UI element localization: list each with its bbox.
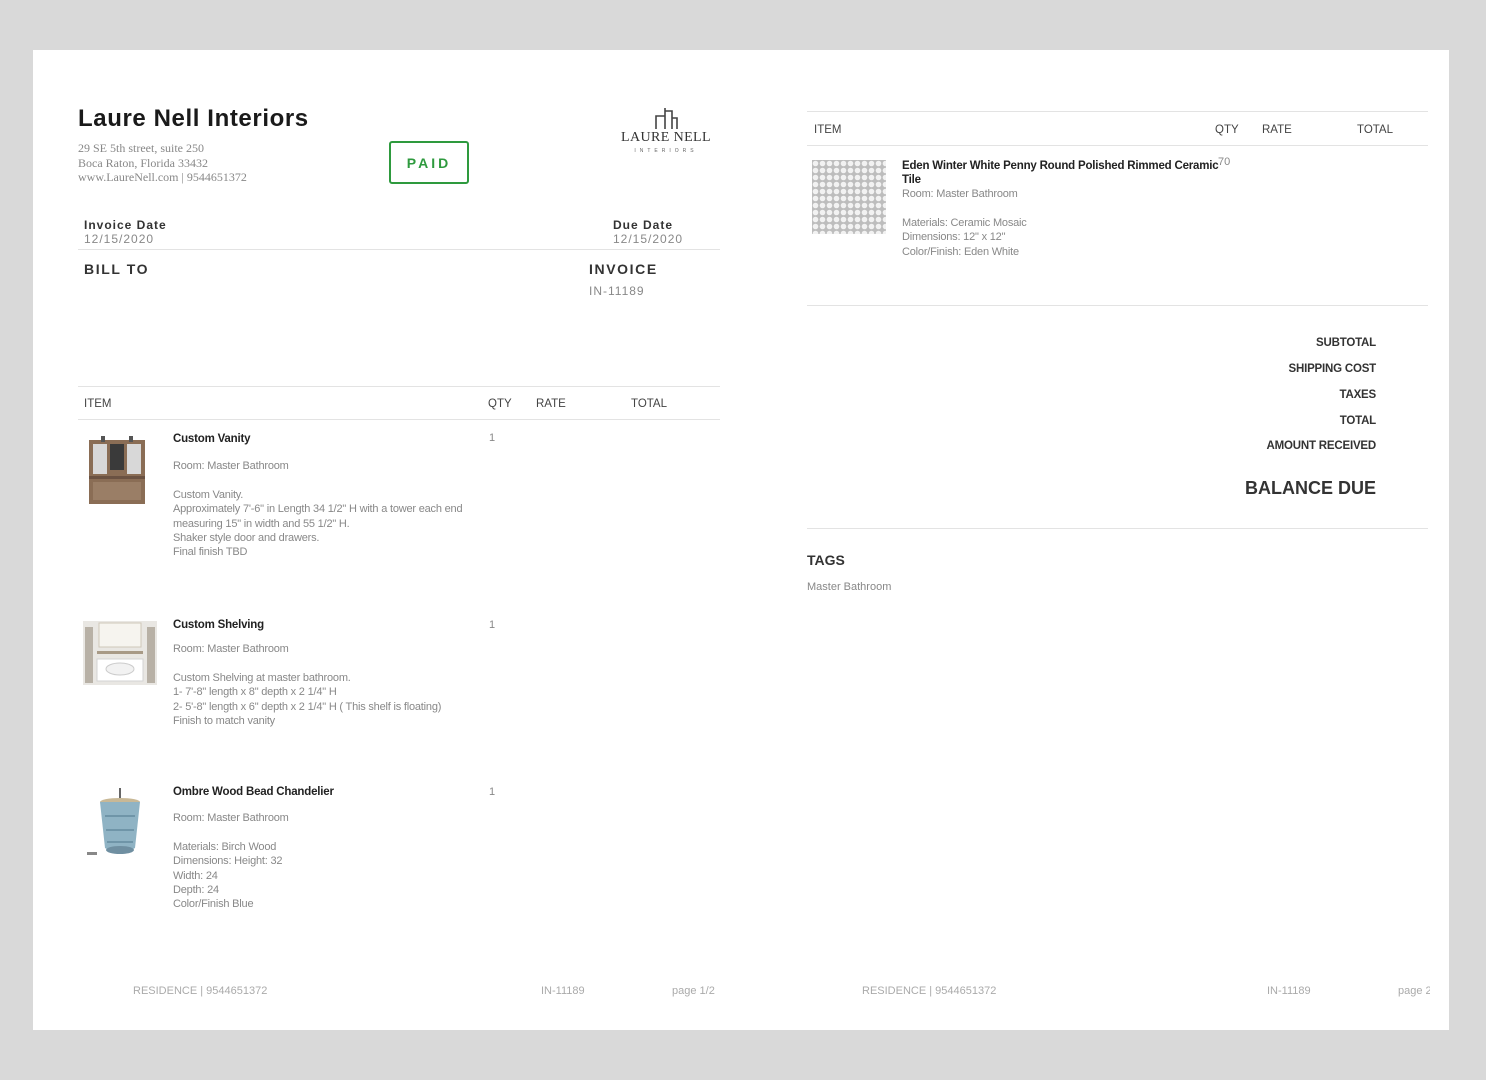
tags-label: TAGS — [807, 552, 845, 568]
vanity-thumbnail — [87, 434, 147, 506]
shelving-thumbnail — [83, 621, 157, 685]
table-header-divider — [78, 419, 720, 420]
item-room: Room: Master Bathroom — [902, 188, 1018, 200]
paid-status-badge: PAID — [389, 141, 469, 184]
invoice-date-value: 12/15/2020 — [84, 232, 155, 246]
table-top-divider — [807, 111, 1428, 112]
item-details: Materials: Birch Wood Dimensions: Height… — [173, 841, 283, 911]
col-header-rate: RATE — [1262, 124, 1292, 136]
company-address: 29 SE 5th street, suite 250 Boca Raton, … — [78, 141, 247, 185]
item-name: Ombre Wood Bead Chandelier — [173, 786, 334, 798]
item-details: Custom Vanity. Approximately 7'-6" in Le… — [173, 489, 463, 559]
due-date-label: Due Date — [613, 218, 674, 232]
company-logo: LAURE NELL INTERIORS — [611, 106, 721, 172]
col-header-total: TOTAL — [1357, 124, 1393, 136]
chandelier-thumbnail — [83, 786, 157, 862]
item-name: Custom Vanity — [173, 433, 251, 445]
item-room: Room: Master Bathroom — [173, 460, 289, 472]
col-header-qty: QTY — [488, 398, 512, 410]
amount-received-label: AMOUNT RECEIVED — [1266, 440, 1377, 452]
item-details: Custom Shelving at master bathroom. 1- 7… — [173, 672, 442, 727]
footer-page-number: page 1/2 — [672, 985, 715, 997]
col-header-qty: QTY — [1215, 124, 1239, 136]
item-name: Custom Shelving — [173, 619, 264, 631]
tile-thumbnail — [812, 160, 886, 234]
logo-subtitle: INTERIORS — [634, 148, 698, 154]
col-header-rate: RATE — [536, 398, 566, 410]
invoice-label: INVOICE — [589, 261, 658, 277]
divider — [78, 249, 720, 250]
tag-value: Master Bathroom — [807, 581, 892, 593]
company-contact: www.LaureNell.com | 9544651372 — [78, 170, 247, 184]
address-line-2: Boca Raton, Florida 33432 — [78, 155, 208, 170]
item-qty: 70 — [1218, 156, 1231, 168]
address-line-1: 29 SE 5th street, suite 250 — [78, 141, 204, 155]
shipping-cost-label: SHIPPING COST — [1288, 363, 1377, 375]
logo-mark-icon — [655, 108, 678, 129]
col-header-item: ITEM — [814, 124, 842, 136]
invoice-sheet: Laure Nell Interiors 29 SE 5th street, s… — [33, 50, 1449, 1030]
taxes-label: TAXES — [1339, 389, 1377, 401]
item-name: Eden Winter White Penny Round Polished R… — [902, 160, 1219, 186]
item-room: Room: Master Bathroom — [173, 812, 289, 824]
logo-name: LAURE NELL — [621, 130, 711, 145]
item-details: Materials: Ceramic Mosaic Dimensions: 12… — [902, 217, 1027, 258]
table-header-divider — [807, 145, 1428, 146]
items-end-divider — [807, 305, 1428, 306]
bill-to-label: BILL TO — [84, 261, 150, 277]
item-room: Room: Master Bathroom — [173, 643, 289, 655]
company-name: Laure Nell Interiors — [78, 105, 309, 132]
balance-due-label: BALANCE DUE — [1244, 478, 1376, 498]
subtotal-label: SUBTOTAL — [1316, 337, 1376, 349]
table-top-divider — [78, 386, 720, 387]
footer-page-number: page 2 — [1398, 985, 1430, 997]
total-label: TOTAL — [1339, 415, 1376, 427]
footer-residence: RESIDENCE | 9544651372 — [862, 985, 997, 997]
footer-residence: RESIDENCE | 9544651372 — [133, 985, 268, 997]
item-qty: 1 — [489, 432, 496, 444]
item-qty: 1 — [489, 619, 496, 631]
col-header-total: TOTAL — [631, 398, 667, 410]
col-header-item: ITEM — [84, 398, 112, 410]
invoice-number: IN-11189 — [589, 284, 645, 298]
invoice-date-label: Invoice Date — [84, 218, 167, 232]
footer-invoice-number: IN-11189 — [1267, 985, 1311, 997]
item-qty: 1 — [489, 786, 496, 798]
summary-divider — [807, 528, 1428, 529]
due-date-value: 12/15/2020 — [613, 232, 684, 246]
footer-invoice-number: IN-11189 — [541, 985, 585, 997]
